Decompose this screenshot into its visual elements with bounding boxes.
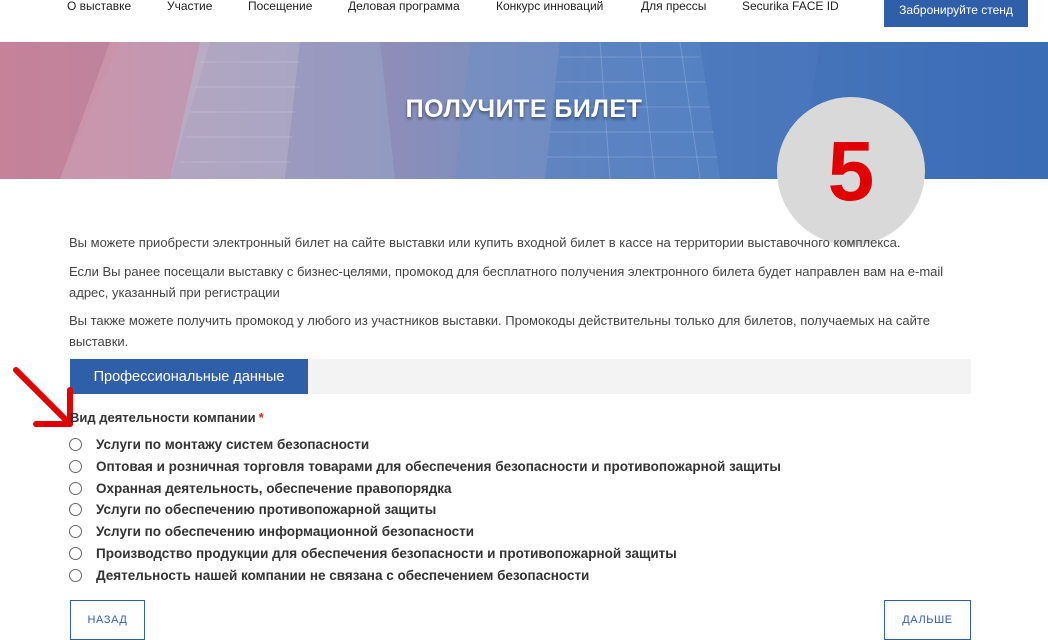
radio-option-manufacturing[interactable]: Производство продукции для обеспечения б…: [69, 543, 677, 563]
radio-button[interactable]: [69, 502, 82, 516]
radio-option-label: Услуги по обеспечению информационной без…: [96, 523, 475, 539]
required-mark: *: [258, 410, 264, 425]
next-button[interactable]: ДАЛЬШЕ: [884, 600, 971, 640]
book-stand-button[interactable]: Забронируйте стенд: [884, 0, 1028, 27]
intro-paragraph-1: Вы можете приобрести электронный билет н…: [69, 235, 901, 250]
radio-option-label: Деятельность нашей компании не связана с…: [96, 567, 590, 583]
back-button[interactable]: НАЗАД: [70, 600, 145, 640]
radio-button[interactable]: [69, 437, 82, 451]
radio-option-label: Услуги по монтажу систем безопасности: [96, 436, 370, 452]
nav-item-innovation-contest[interactable]: Конкурс инноваций: [496, 0, 603, 13]
radio-option-label: Охранная деятельность, обеспечение право…: [96, 480, 452, 496]
radio-button[interactable]: [69, 459, 82, 473]
intro-paragraph-3: Вы также можете получить промокод у любо…: [69, 313, 930, 349]
nav-item-participation[interactable]: Участие: [167, 0, 212, 13]
step-number-badge: 5: [777, 97, 925, 245]
radio-option-fire-protection[interactable]: Услуги по обеспечению противопожарной за…: [69, 499, 436, 519]
nav-item-face-id[interactable]: Securika FACE ID: [742, 0, 839, 13]
radio-option-security-services[interactable]: Охранная деятельность, обеспечение право…: [69, 478, 452, 498]
activity-type-label-text: Вид деятельности компании: [70, 410, 256, 425]
nav-item-about[interactable]: О выставке: [67, 0, 131, 13]
form-section-header: Профессиональные данные: [70, 359, 971, 394]
radio-button[interactable]: [69, 568, 82, 582]
radio-option-information-security[interactable]: Услуги по обеспечению информационной без…: [69, 521, 474, 541]
activity-type-label: Вид деятельности компании *: [70, 410, 264, 425]
radio-option-label: Производство продукции для обеспечения б…: [96, 545, 677, 561]
radio-option-trade[interactable]: Оптовая и розничная торговля товарами дл…: [69, 456, 781, 476]
radio-button[interactable]: [69, 481, 82, 495]
nav-item-business-program[interactable]: Деловая программа: [348, 0, 460, 13]
nav-item-press[interactable]: Для прессы: [641, 0, 706, 13]
section-tab-professional-data: Профессиональные данные: [70, 359, 308, 394]
radio-option-installation[interactable]: Услуги по монтажу систем безопасности: [69, 434, 369, 454]
radio-option-label: Услуги по обеспечению противопожарной за…: [96, 501, 437, 517]
intro-paragraph-2: Если Вы ранее посещали выставку с бизнес…: [69, 264, 944, 300]
nav-item-visit[interactable]: Посещение: [248, 0, 312, 13]
radio-button[interactable]: [69, 546, 82, 560]
radio-button[interactable]: [69, 524, 82, 538]
radio-option-not-related[interactable]: Деятельность нашей компании не связана с…: [69, 565, 589, 585]
radio-option-label: Оптовая и розничная торговля товарами дл…: [96, 458, 781, 474]
step-number: 5: [827, 124, 875, 218]
top-navigation: О выставке Участие Посещение Деловая про…: [0, 0, 1048, 42]
